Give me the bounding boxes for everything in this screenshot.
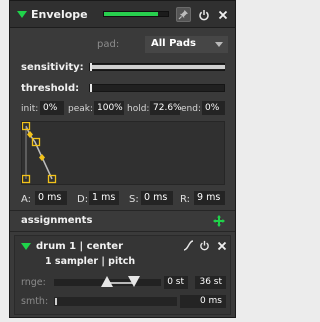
threshold-slider[interactable] (89, 84, 225, 92)
sensitivity-slider-min-mark (90, 63, 92, 71)
decay-value[interactable]: 1 ms (89, 191, 119, 205)
sustain-value[interactable]: 0 ms (141, 191, 173, 205)
panel-header: Envelope (10, 1, 235, 28)
peak-value[interactable]: 100% (94, 101, 124, 115)
envelope-graph[interactable] (21, 121, 225, 185)
level-meter-fill (104, 12, 159, 16)
attack-value[interactable]: 0 ms (35, 191, 67, 205)
range-max-value[interactable]: 36 st (195, 276, 226, 289)
curve-icon (183, 240, 194, 251)
power-icon (200, 240, 209, 251)
range-slider[interactable] (54, 276, 161, 287)
move-add-icon (213, 215, 225, 227)
assignments-divider (10, 231, 235, 232)
power-button[interactable] (196, 7, 211, 22)
smooth-label: smth: (21, 296, 49, 307)
add-assignment-button[interactable] (213, 215, 225, 227)
sensitivity-slider-fill (91, 65, 225, 69)
hold-value[interactable]: 72.6% (150, 101, 182, 115)
end-value[interactable]: 0% (202, 101, 225, 115)
sustain-label: S: (129, 194, 139, 205)
pin-icon (178, 10, 188, 20)
chevron-down-icon (215, 42, 223, 47)
decay-label: D: (77, 194, 89, 205)
assignment-target: 1 sampler | pitch (45, 256, 136, 267)
close-icon (218, 10, 227, 19)
assignment-collapse-triangle-icon[interactable] (21, 243, 31, 250)
range-min-value[interactable]: 0 st (164, 276, 188, 289)
smooth-slider[interactable] (54, 297, 177, 306)
threshold-label: threshold: (21, 83, 80, 94)
assignments-title: assignments (21, 215, 93, 226)
panel-title: Envelope (31, 8, 88, 21)
power-icon (198, 9, 209, 20)
envelope-curve (21, 121, 57, 184)
curve-button[interactable] (182, 239, 195, 252)
pin-button[interactable] (176, 7, 191, 22)
envelope-curve-handle[interactable] (39, 154, 45, 161)
peak-label: peak: (68, 104, 94, 114)
sensitivity-label: sensitivity: (21, 62, 84, 73)
release-label: R: (180, 194, 191, 205)
init-value[interactable]: 0% (40, 101, 64, 115)
section-divider (10, 210, 235, 211)
release-value[interactable]: 9 ms (194, 191, 225, 205)
assignment-item: drum 1 | center 1 sampler | pitch rnge: (14, 235, 231, 315)
assignment-power-button[interactable] (198, 239, 211, 252)
end-label: end: (181, 104, 201, 114)
hold-label: hold: (127, 104, 150, 114)
assignment-name: drum 1 | center (36, 241, 124, 252)
collapse-triangle-icon[interactable] (17, 11, 27, 18)
close-button[interactable] (215, 7, 230, 22)
range-label: rnge: (21, 277, 46, 288)
level-meter (103, 11, 169, 17)
smooth-value[interactable]: 0 ms (180, 295, 226, 308)
close-icon (217, 241, 226, 250)
assignment-close-button[interactable] (215, 239, 228, 252)
threshold-slider-handle[interactable] (90, 84, 92, 92)
range-min-handle[interactable] (101, 276, 113, 287)
range-max-handle[interactable] (128, 276, 140, 287)
smooth-slider-handle[interactable] (55, 298, 57, 305)
pad-label: pad: (97, 39, 120, 50)
attack-label: A: (21, 194, 32, 205)
init-label: init: (21, 104, 39, 114)
pad-dropdown[interactable]: All Pads (145, 36, 228, 53)
envelope-panel: Envelope pad: All Pads sensitivity: thre… (9, 0, 236, 318)
sensitivity-slider[interactable] (89, 63, 225, 71)
pad-dropdown-value: All Pads (151, 38, 196, 49)
